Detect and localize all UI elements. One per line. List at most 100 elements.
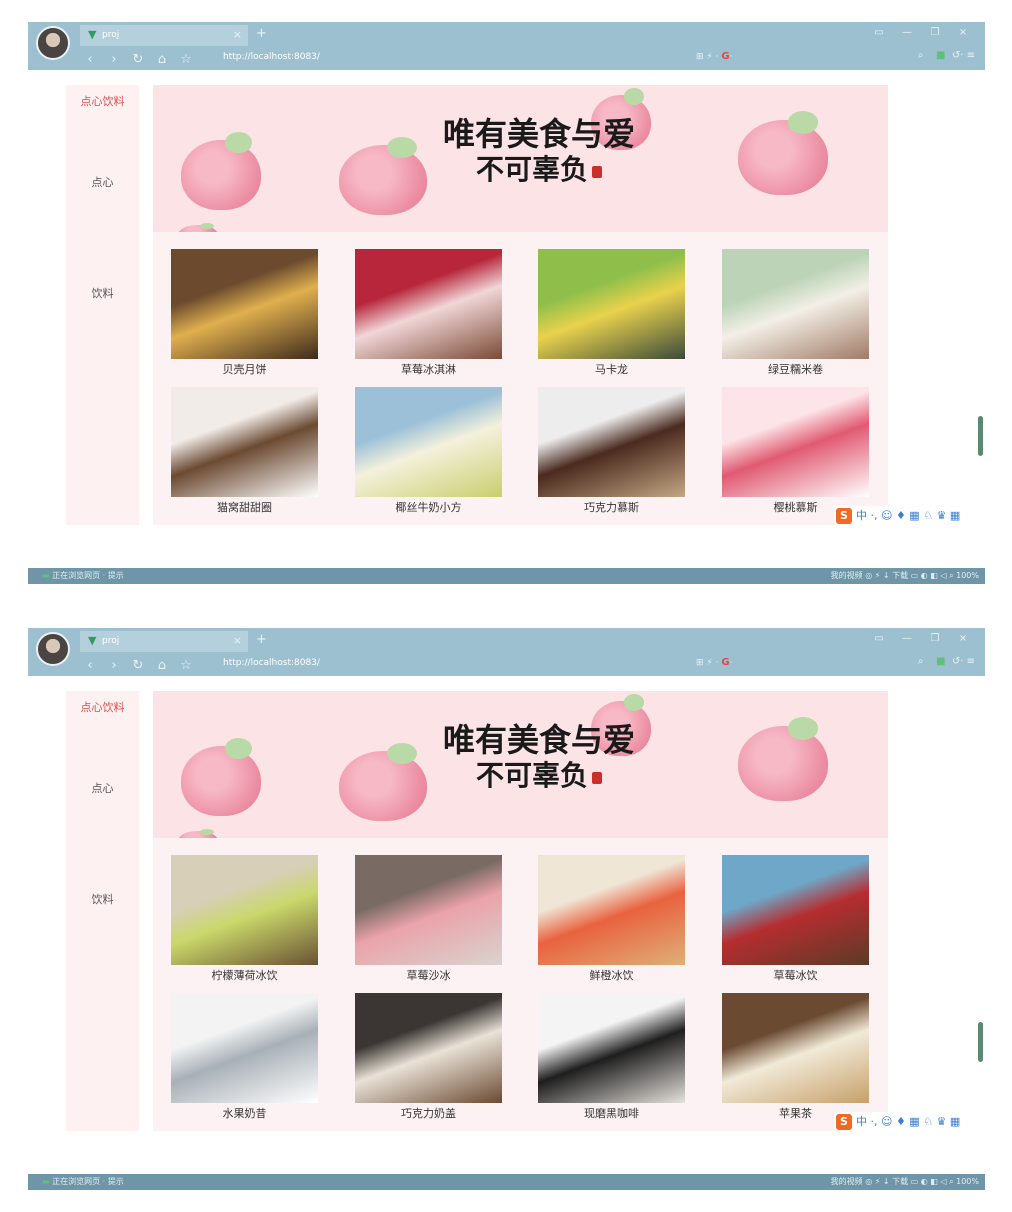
sidebar-item-2[interactable]: 饮料: [66, 287, 139, 301]
status-icon: ▬: [42, 571, 53, 580]
product-card[interactable]: 柠檬薄荷冰饮: [171, 855, 318, 985]
ime-toolbar[interactable]: S 中 ·, ☺ ♦ ▦ ♘ ♛ ▦: [834, 1112, 986, 1132]
close-window-icon[interactable]: ×: [949, 26, 977, 40]
product-card[interactable]: 贝壳月饼: [171, 249, 318, 379]
qr-icon[interactable]: ⊞: [696, 52, 704, 62]
reload-icon[interactable]: ↻: [126, 657, 150, 675]
product-photo[interactable]: [538, 387, 685, 497]
new-tab-button[interactable]: +: [256, 26, 267, 41]
star-icon[interactable]: ☆: [174, 51, 198, 69]
minimize-icon[interactable]: —: [893, 26, 921, 40]
scroll-indicator[interactable]: [978, 416, 983, 456]
restore-icon[interactable]: ❐: [921, 26, 949, 40]
address-tools: ⊞ ⚡ · G·: [696, 657, 733, 668]
browser-screenshot-1: ▼ proj × + ▭ — ❐ × ‹ › ↻ ⌂ ☆ http://localhost:8083/⊞ …: [28, 22, 986, 597]
sidebar-item-2[interactable]: 饮料: [66, 893, 139, 907]
back-icon[interactable]: ‹: [78, 657, 102, 675]
address-bar[interactable]: http://localhost:8083/: [223, 656, 320, 670]
sidebar-item-1[interactable]: 点心: [66, 782, 139, 796]
status-right[interactable]: 我的视频 ◎ ⚡ ↓ 下载 ▭ ◐ ◧ ◁ ⌕ 100%: [831, 1176, 979, 1188]
search-icon[interactable]: ⌕: [918, 50, 924, 61]
strawberry-illustration: [738, 717, 828, 801]
back-icon[interactable]: ‹: [78, 51, 102, 69]
product-photo[interactable]: [722, 387, 869, 497]
product-card[interactable]: 现磨黑咖啡: [538, 993, 685, 1123]
product-photo[interactable]: [355, 249, 502, 359]
avatar[interactable]: [36, 26, 70, 60]
product-name: 现磨黑咖啡: [584, 1107, 639, 1120]
product-photo[interactable]: [722, 249, 869, 359]
product-card[interactable]: 巧克力奶盖: [355, 993, 502, 1123]
apps-icon[interactable]: ■: [936, 50, 945, 61]
product-photo[interactable]: [722, 855, 869, 965]
product-photo[interactable]: [171, 993, 318, 1103]
window-controls: ▭ — ❐ ×: [865, 26, 977, 40]
product-card[interactable]: 鲜橙冰饮: [538, 855, 685, 985]
sidebar-item-0[interactable]: 点心饮料: [66, 701, 139, 715]
star-icon[interactable]: ☆: [174, 657, 198, 675]
scroll-indicator[interactable]: [978, 1022, 983, 1062]
avatar[interactable]: [36, 632, 70, 666]
product-name: 猫窝甜甜圈: [217, 501, 272, 514]
minimize-icon[interactable]: —: [893, 632, 921, 646]
search-icon[interactable]: ⌕: [918, 656, 924, 667]
toolbar-icons: ⌕ ■ ↺· ≡: [917, 50, 975, 61]
sogou-icon[interactable]: S: [836, 1114, 852, 1130]
home-icon[interactable]: ⌂: [150, 657, 174, 675]
google-icon[interactable]: G: [721, 51, 729, 62]
close-icon[interactable]: ×: [233, 28, 242, 42]
sidebar-item-1[interactable]: 点心: [66, 176, 139, 190]
close-window-icon[interactable]: ×: [949, 632, 977, 646]
lightning-icon[interactable]: ⚡: [706, 52, 712, 62]
product-card[interactable]: 草莓沙冰: [355, 855, 502, 985]
product-card[interactable]: 绿豆糯米卷: [722, 249, 869, 379]
product-photo[interactable]: [171, 387, 318, 497]
reload-icon[interactable]: ↻: [126, 51, 150, 69]
status-right[interactable]: 我的视频 ◎ ⚡ ↓ 下载 ▭ ◐ ◧ ◁ ⌕ 100%: [831, 570, 979, 582]
product-card[interactable]: 巧克力慕斯: [538, 387, 685, 517]
product-photo[interactable]: [171, 855, 318, 965]
ime-controls[interactable]: 中 ·, ☺ ♦ ▦ ♘ ♛ ▦: [856, 1115, 960, 1128]
product-card[interactable]: 草莓冰饮: [722, 855, 869, 985]
restore-icon[interactable]: ❐: [921, 632, 949, 646]
product-photo[interactable]: [538, 855, 685, 965]
home-icon[interactable]: ⌂: [150, 51, 174, 69]
forward-icon[interactable]: ›: [102, 51, 126, 69]
undo-icon[interactable]: ↺: [952, 656, 960, 667]
sidebar-item-0[interactable]: 点心饮料: [66, 95, 139, 109]
product-card[interactable]: 马卡龙: [538, 249, 685, 379]
menu-icon[interactable]: ≡: [967, 656, 975, 667]
menu-icon[interactable]: ≡: [967, 50, 975, 61]
sogou-icon[interactable]: S: [836, 508, 852, 524]
product-card[interactable]: 草莓冰淇淋: [355, 249, 502, 379]
window-menu-icon[interactable]: ▭: [865, 632, 893, 646]
product-photo[interactable]: [355, 855, 502, 965]
apps-icon[interactable]: ■: [936, 656, 945, 667]
ime-controls[interactable]: 中 ·, ☺ ♦ ▦ ♘ ♛ ▦: [856, 509, 960, 522]
product-card[interactable]: 苹果茶: [722, 993, 869, 1123]
google-icon[interactable]: G: [721, 657, 729, 668]
browser-tab[interactable]: ▼ proj ×: [80, 25, 248, 46]
forward-icon[interactable]: ›: [102, 657, 126, 675]
browser-tab[interactable]: ▼ proj ×: [80, 631, 248, 652]
product-card[interactable]: 猫窝甜甜圈: [171, 387, 318, 517]
product-card[interactable]: 椰丝牛奶小方: [355, 387, 502, 517]
ime-toolbar[interactable]: S 中 ·, ☺ ♦ ▦ ♘ ♛ ▦: [834, 506, 986, 526]
lightning-icon[interactable]: ⚡: [706, 658, 712, 668]
product-photo[interactable]: [171, 249, 318, 359]
address-bar[interactable]: http://localhost:8083/: [223, 50, 320, 64]
product-name: 草莓冰淇淋: [401, 363, 456, 376]
product-photo[interactable]: [722, 993, 869, 1103]
window-menu-icon[interactable]: ▭: [865, 26, 893, 40]
qr-icon[interactable]: ⊞: [696, 658, 704, 668]
product-name: 贝壳月饼: [222, 363, 267, 376]
undo-icon[interactable]: ↺: [952, 50, 960, 61]
product-card[interactable]: 水果奶昔: [171, 993, 318, 1123]
product-card[interactable]: 樱桃慕斯: [722, 387, 869, 517]
product-photo[interactable]: [538, 993, 685, 1103]
product-photo[interactable]: [355, 993, 502, 1103]
product-photo[interactable]: [355, 387, 502, 497]
product-photo[interactable]: [538, 249, 685, 359]
close-icon[interactable]: ×: [233, 634, 242, 648]
new-tab-button[interactable]: +: [256, 632, 267, 647]
